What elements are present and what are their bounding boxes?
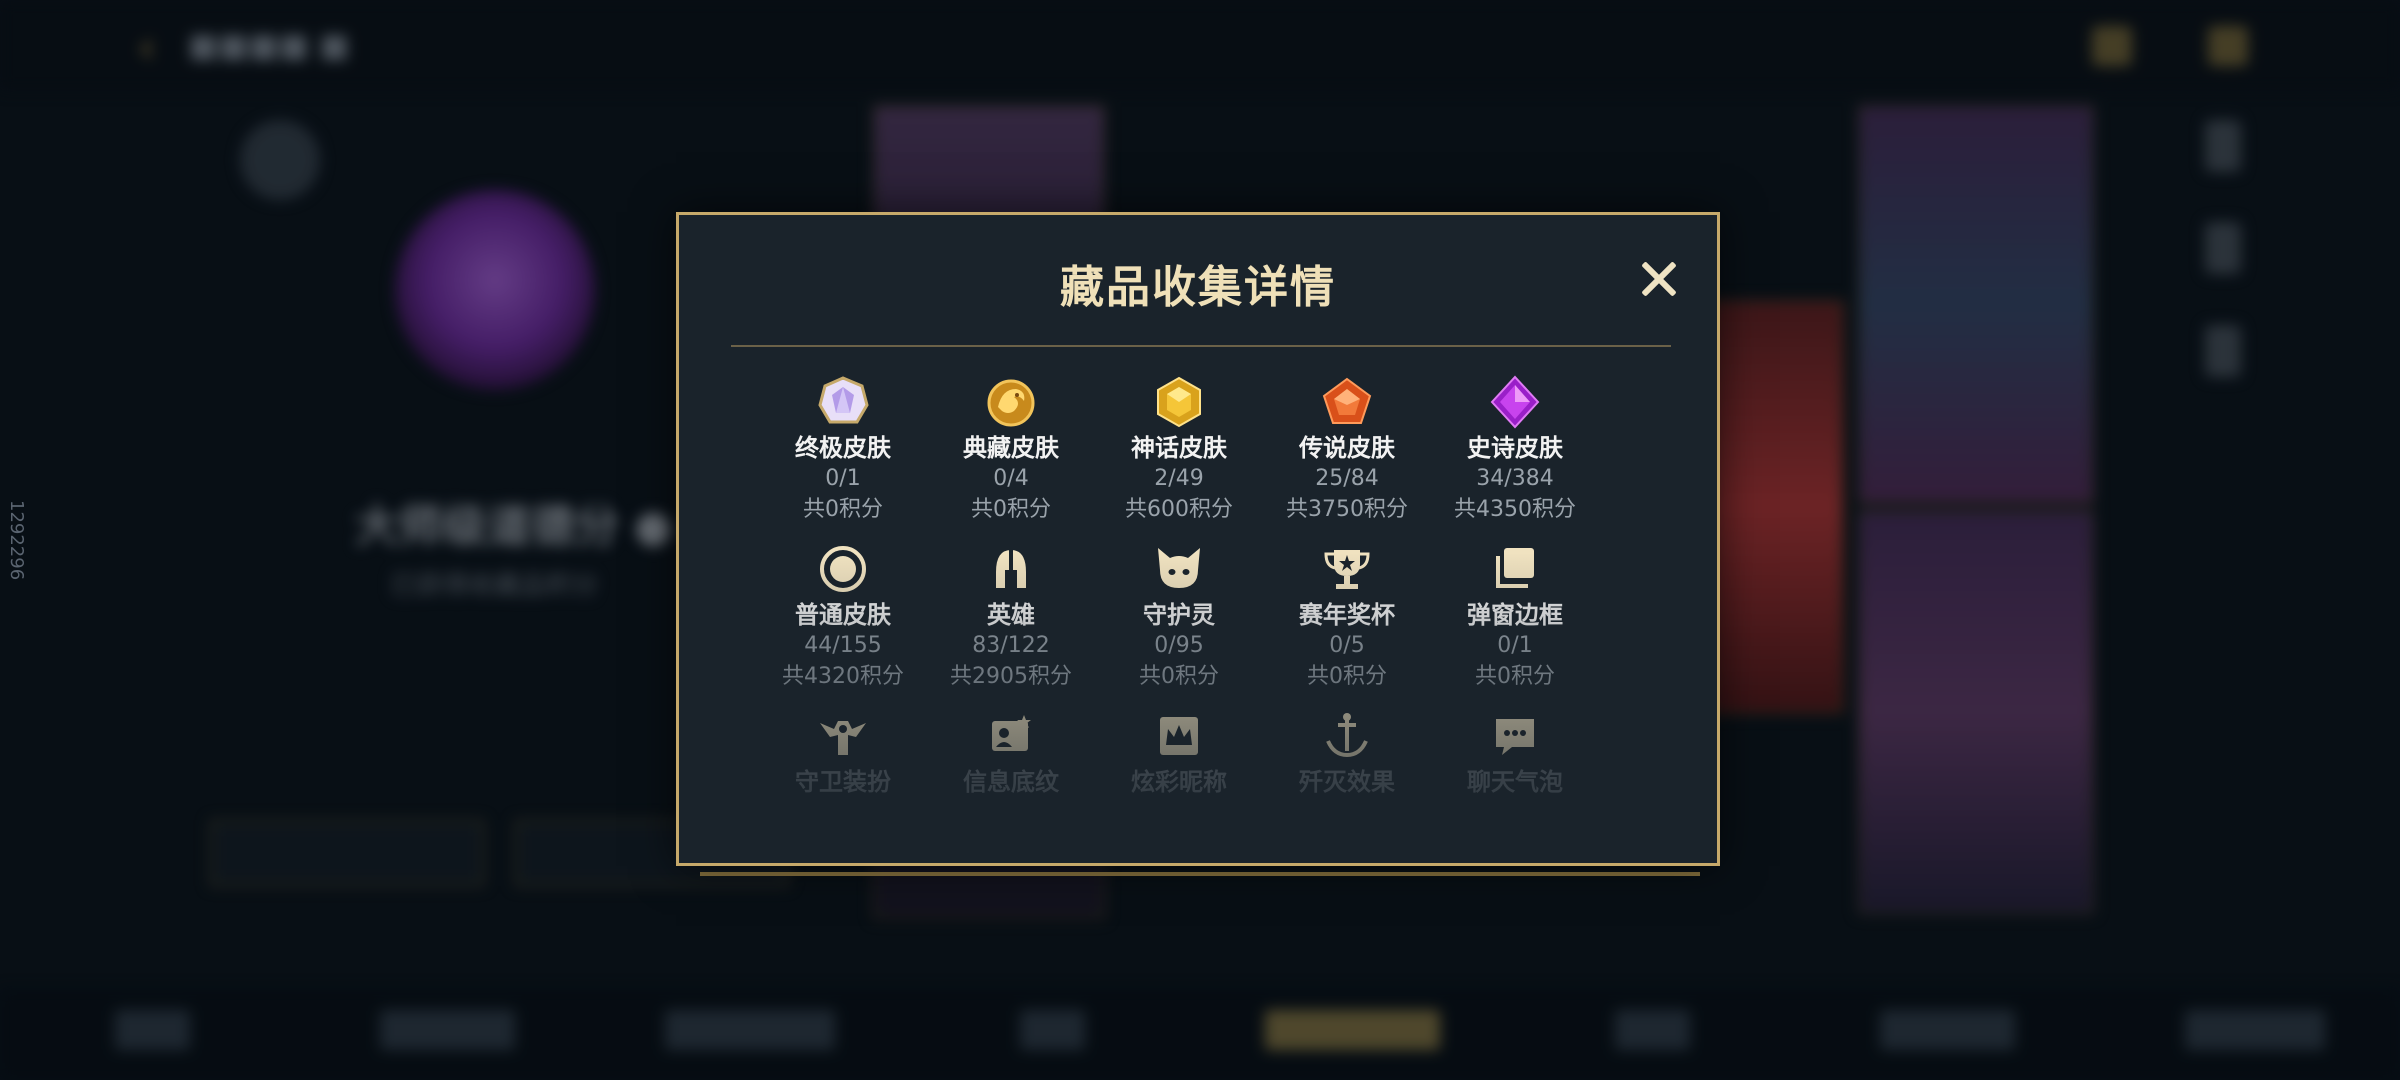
collection-item-normal-skin[interactable]: 普通皮肤 44/155 共4320积分 (759, 542, 927, 709)
collection-item-chat-bubble[interactable]: 聊天气泡 (1431, 709, 1599, 819)
item-points: 共0积分 (971, 497, 1051, 522)
collection-item-elimination-effect[interactable]: 歼灭效果 (1263, 709, 1431, 819)
elimination-effect-icon (1326, 713, 1368, 758)
item-name: 炫彩昵称 (1131, 768, 1227, 796)
collection-item-treasure-skin[interactable]: 典藏皮肤 0/4 共0积分 (927, 375, 1095, 542)
item-name: 神话皮肤 (1131, 434, 1227, 462)
item-points: 共4350积分 (1454, 497, 1576, 522)
collection-item-myth-skin[interactable]: 神话皮肤 2/49 共600积分 (1095, 375, 1263, 542)
collection-item-legend-skin[interactable]: 传说皮肤 25/84 共3750积分 (1263, 375, 1431, 542)
hero-helmet-icon (996, 550, 1026, 588)
item-count: 44/155 (804, 633, 882, 658)
item-count: 25/84 (1315, 466, 1379, 491)
guardian-spirit-icon (1158, 548, 1200, 588)
item-name: 赛年奖杯 (1299, 601, 1395, 629)
item-count: 0/5 (1329, 633, 1365, 658)
epic-skin-gem-icon (1490, 375, 1540, 429)
collection-details-modal: 藏品收集详情 终极皮肤 0/1 共0积分 典藏皮肤 0/4 共0积分 神话皮肤 … (676, 212, 1720, 866)
item-points: 共0积分 (803, 497, 883, 522)
collection-item-guardian-spirit[interactable]: 守护灵 0/95 共0积分 (1095, 542, 1263, 709)
item-name: 普通皮肤 (795, 601, 891, 629)
item-count: 0/1 (825, 466, 861, 491)
ultimate-skin-gem-icon (818, 376, 869, 424)
item-points: 共0积分 (1139, 664, 1219, 689)
guard-outfit-icon (820, 721, 866, 755)
item-points: 共600积分 (1125, 497, 1233, 522)
legend-skin-gem-icon (1322, 377, 1372, 424)
close-icon[interactable] (1637, 257, 1681, 301)
item-count: 2/49 (1154, 466, 1204, 491)
item-name: 守卫装扮 (795, 768, 891, 796)
item-points: 共0积分 (1307, 664, 1387, 689)
item-name: 传说皮肤 (1299, 434, 1395, 462)
normal-skin-ring-icon (820, 546, 866, 592)
nickname-crown-icon (1160, 717, 1198, 755)
info-card-icon (992, 715, 1031, 751)
modal-title: 藏品收集详情 (1060, 262, 1336, 313)
collection-item-epic-skin[interactable]: 史诗皮肤 34/384 共4350积分 (1431, 375, 1599, 542)
collection-item-guard-outfit[interactable]: 守卫装扮 (759, 709, 927, 819)
side-id-text: 1292296 (6, 500, 27, 581)
collection-item-season-trophy[interactable]: 赛年奖杯 0/5 共0积分 (1263, 542, 1431, 709)
item-points: 共0积分 (1475, 664, 1555, 689)
treasure-skin-dragon-icon (987, 379, 1035, 427)
popup-frame-icon (1496, 548, 1534, 588)
trophy-icon (1324, 550, 1370, 589)
item-name: 信息底纹 (963, 768, 1059, 796)
collection-item-popup-frame[interactable]: 弹窗边框 0/1 共0积分 (1431, 542, 1599, 709)
item-points: 共3750积分 (1286, 497, 1408, 522)
collection-item-ultimate-skin[interactable]: 终极皮肤 0/1 共0积分 (759, 375, 927, 542)
item-count: 0/1 (1497, 633, 1533, 658)
item-name: 英雄 (987, 601, 1035, 629)
item-points: 共4320积分 (782, 664, 904, 689)
item-count: 0/4 (993, 466, 1029, 491)
collection-grid: 终极皮肤 0/1 共0积分 典藏皮肤 0/4 共0积分 神话皮肤 2/49 共6… (759, 375, 1599, 819)
collection-item-colorful-nickname[interactable]: 炫彩昵称 (1095, 709, 1263, 819)
item-name: 终极皮肤 (795, 434, 891, 462)
collection-item-hero[interactable]: 英雄 83/122 共2905积分 (927, 542, 1095, 709)
collection-item-info-card[interactable]: 信息底纹 (927, 709, 1095, 819)
item-points: 共2905积分 (950, 664, 1072, 689)
item-count: 83/122 (972, 633, 1050, 658)
collection-row-1: 终极皮肤 0/1 共0积分 典藏皮肤 0/4 共0积分 神话皮肤 2/49 共6… (759, 375, 1599, 542)
myth-skin-gem-icon (1157, 376, 1201, 428)
item-name: 守护灵 (1143, 601, 1215, 629)
modal-bottom-accent (700, 872, 1700, 876)
title-divider (731, 345, 1671, 347)
collection-row-2: 普通皮肤 44/155 共4320积分 英雄 83/122 共2905积分 守护… (759, 542, 1599, 709)
item-name: 典藏皮肤 (963, 434, 1059, 462)
item-name: 聊天气泡 (1467, 768, 1563, 796)
item-name: 弹窗边框 (1467, 601, 1563, 629)
item-count: 0/95 (1154, 633, 1204, 658)
item-count: 34/384 (1476, 466, 1554, 491)
item-name: 史诗皮肤 (1467, 434, 1563, 462)
item-name: 歼灭效果 (1299, 768, 1395, 796)
collection-row-3: 守卫装扮 信息底纹 炫彩昵称 歼灭效果 聊天气泡 (759, 375, 1599, 819)
chat-bubble-icon (1496, 719, 1534, 755)
